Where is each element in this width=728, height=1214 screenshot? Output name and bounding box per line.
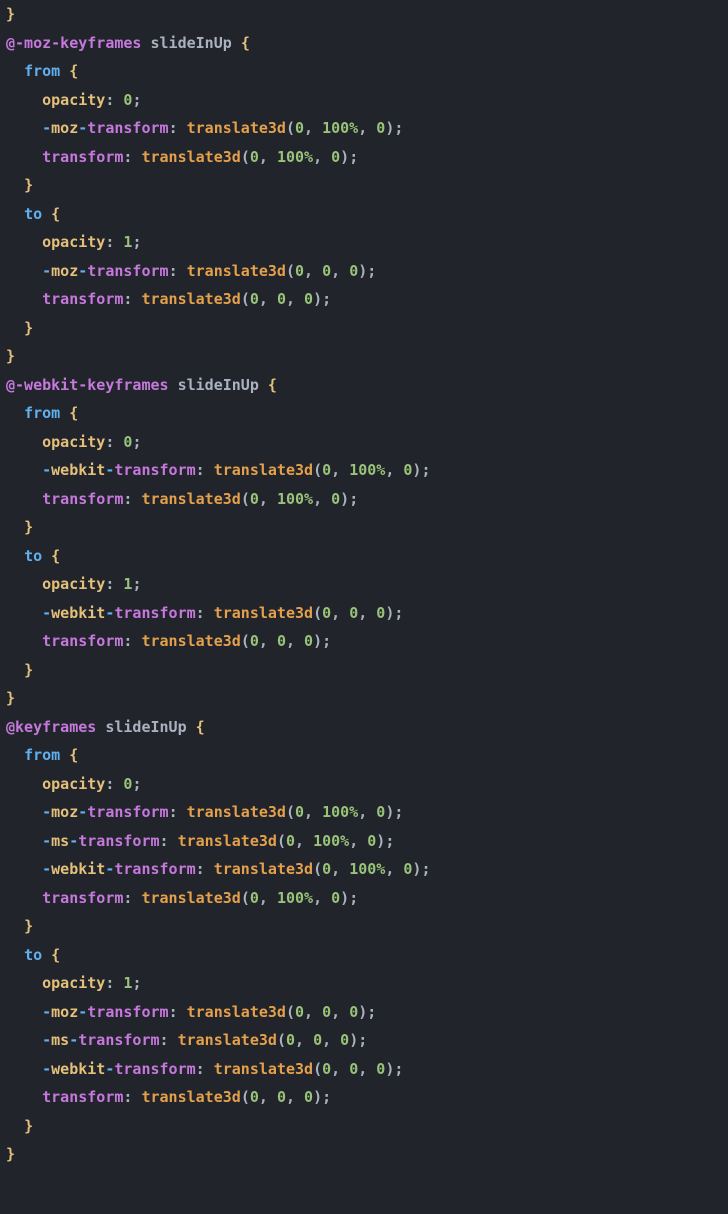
code-line: opacity: 0;: [6, 86, 728, 115]
code-line: transform: translate3d(0, 0, 0);: [6, 627, 728, 656]
code-line: }: [6, 171, 728, 200]
code-line: }: [6, 513, 728, 542]
code-line: opacity: 0;: [6, 428, 728, 457]
code-line: from {: [6, 741, 728, 770]
code-line: transform: translate3d(0, 100%, 0);: [6, 485, 728, 514]
code-line: }: [6, 0, 728, 29]
code-line: -webkit-transform: translate3d(0, 0, 0);: [6, 599, 728, 628]
code-line: opacity: 0;: [6, 770, 728, 799]
code-line: -moz-transform: translate3d(0, 0, 0);: [6, 998, 728, 1027]
code-line: }: [6, 684, 728, 713]
code-line: transform: translate3d(0, 100%, 0);: [6, 143, 728, 172]
code-line: from {: [6, 57, 728, 86]
code-line: }: [6, 656, 728, 685]
code-line: -moz-transform: translate3d(0, 0, 0);: [6, 257, 728, 286]
code-line: -ms-transform: translate3d(0, 100%, 0);: [6, 827, 728, 856]
code-line: }: [6, 342, 728, 371]
code-line: from {: [6, 399, 728, 428]
code-line: opacity: 1;: [6, 228, 728, 257]
code-line: to {: [6, 542, 728, 571]
code-line: to {: [6, 941, 728, 970]
code-line: -webkit-transform: translate3d(0, 100%, …: [6, 456, 728, 485]
code-line: -moz-transform: translate3d(0, 100%, 0);: [6, 798, 728, 827]
code-line: }: [6, 314, 728, 343]
code-line: transform: translate3d(0, 0, 0);: [6, 1083, 728, 1112]
code-line: }: [6, 912, 728, 941]
code-line: transform: translate3d(0, 0, 0);: [6, 285, 728, 314]
code-line: opacity: 1;: [6, 969, 728, 998]
code-line: -moz-transform: translate3d(0, 100%, 0);: [6, 114, 728, 143]
code-line: transform: translate3d(0, 100%, 0);: [6, 884, 728, 913]
code-line: -webkit-transform: translate3d(0, 0, 0);: [6, 1055, 728, 1084]
code-line: -ms-transform: translate3d(0, 0, 0);: [6, 1026, 728, 1055]
code-line: to {: [6, 200, 728, 229]
code-line: }: [6, 1112, 728, 1141]
code-line: @keyframes slideInUp {: [6, 713, 728, 742]
code-line: }: [6, 1140, 728, 1169]
code-line: @-moz-keyframes slideInUp {: [6, 29, 728, 58]
code-line: @-webkit-keyframes slideInUp {: [6, 371, 728, 400]
code-line: opacity: 1;: [6, 570, 728, 599]
code-line: -webkit-transform: translate3d(0, 100%, …: [6, 855, 728, 884]
code-editor[interactable]: }@-moz-keyframes slideInUp { from { opac…: [0, 0, 728, 1169]
